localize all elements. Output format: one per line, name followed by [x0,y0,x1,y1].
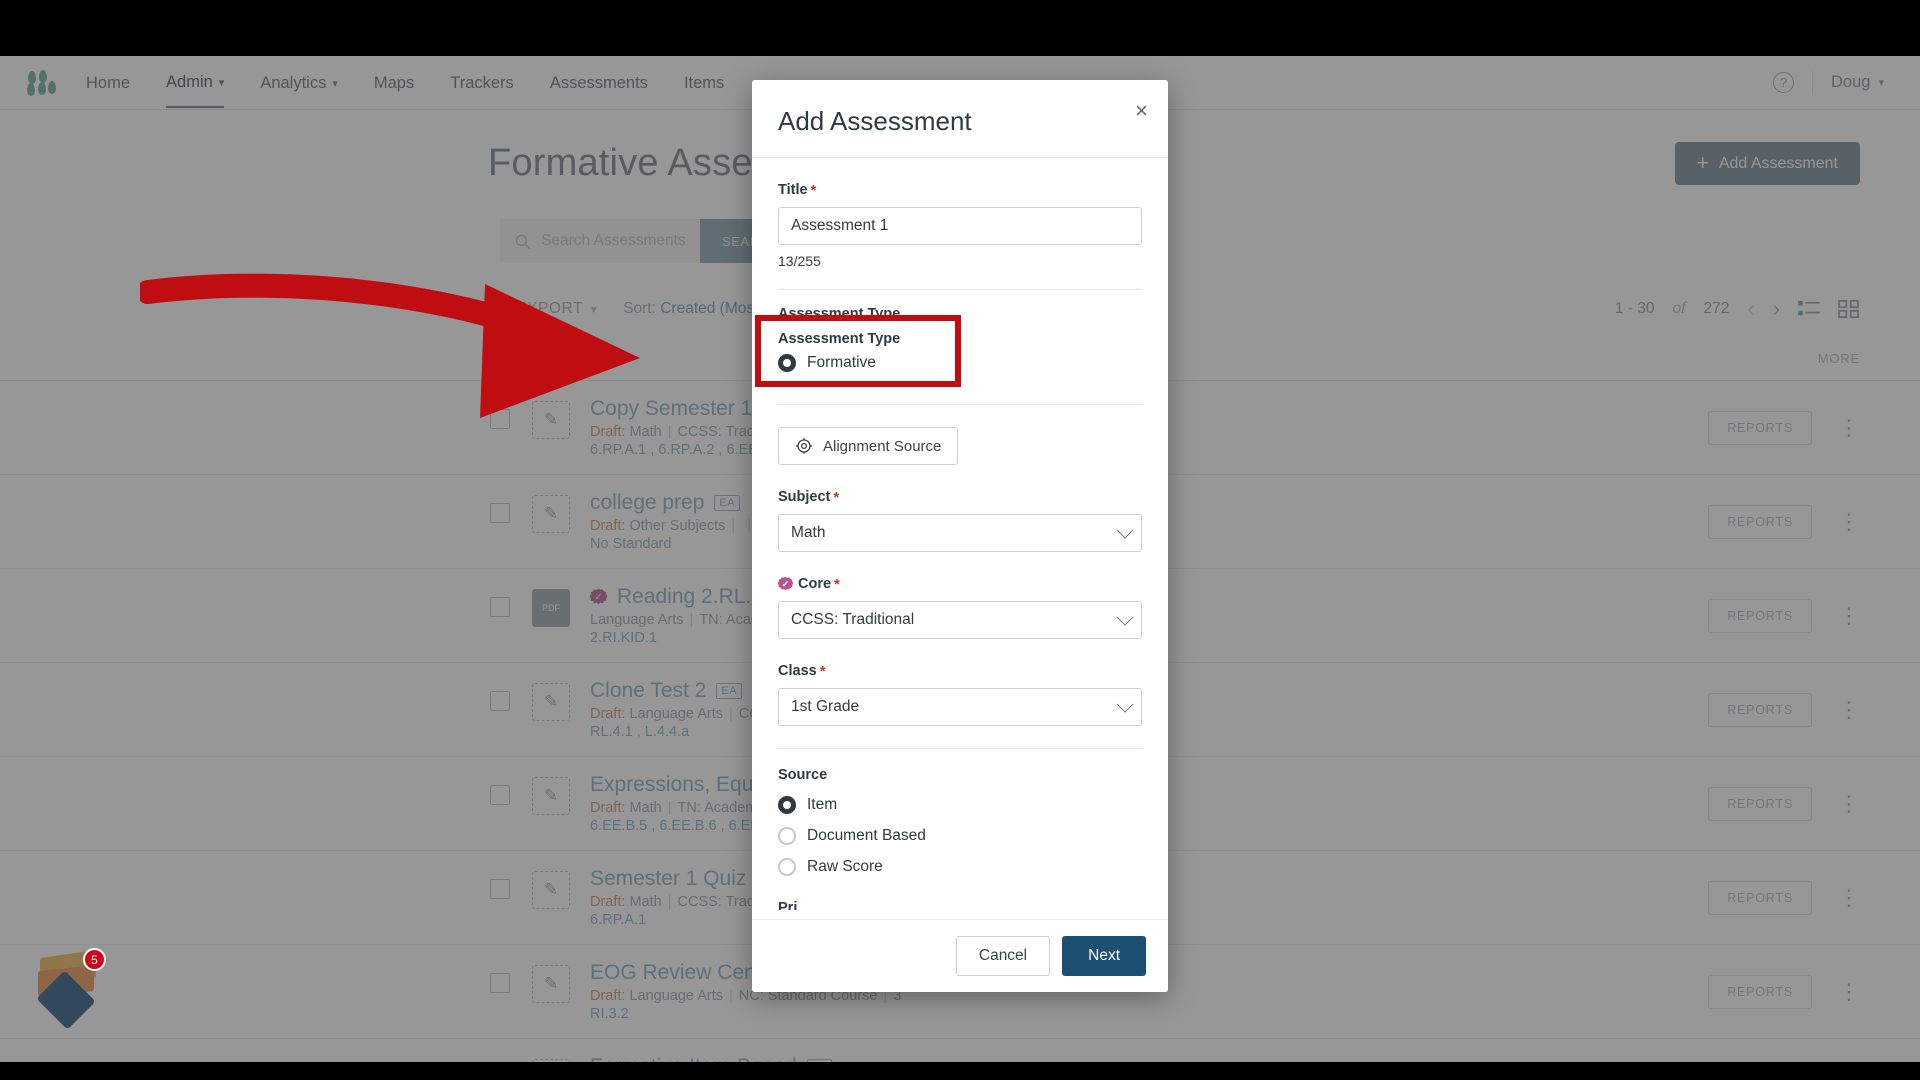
required-marker: * [810,181,817,199]
class-select-wrap: 1st Grade [778,688,1142,726]
title-char-counter: 13/255 [778,253,821,269]
source-label: Source [778,767,828,783]
source-group: Source Item Document Based Raw Score [778,749,1142,876]
divider [778,404,1142,405]
radio-label: Raw Score [807,858,883,875]
close-icon[interactable]: × [1135,100,1148,122]
required-marker: * [819,662,826,680]
core-field-group: ✓ Core * CCSS: Traditional [778,552,1142,639]
radio-item[interactable]: Item [778,796,1142,814]
clipped-next-field-label: Pri [778,900,798,910]
dialog-title: Add Assessment [778,106,972,136]
radio-document-based[interactable]: Document Based [778,827,1142,845]
label-text: Class [778,663,817,679]
label-text: Title [778,182,808,198]
subject-select-wrap: Math [778,514,1142,552]
dialog-body: Title * 13/255 Assessment Type Formative… [752,158,1168,919]
assessment-type-highlight: Assessment Type Formative [755,315,961,387]
core-select-wrap: CCSS: Traditional [778,601,1142,639]
core-label: ✓ Core * [778,576,1142,592]
cancel-button[interactable]: Cancel [955,936,1051,976]
radio-indicator [778,827,796,845]
screen: Home Admin ▾ Analytics ▾ Maps Trackers A… [0,0,1920,1080]
subject-label: Subject * [778,489,1142,505]
radio-label: Document Based [807,827,926,844]
alignment-source-button[interactable]: Alignment Source [778,427,959,465]
radio-indicator [778,353,796,372]
approved-badge-icon: ✓ [778,576,793,591]
core-select[interactable]: CCSS: Traditional [778,601,1142,639]
class-field-group: Class * 1st Grade [778,639,1142,726]
title-input[interactable] [778,207,1142,245]
class-label: Class * [778,663,1142,679]
widget-badge-count: 5 [83,948,106,971]
radio-label: Item [807,796,838,813]
assessment-type-label-highlighted: Assessment Type [778,330,901,347]
alignment-source-label: Alignment Source [823,437,942,455]
radio-raw-score[interactable]: Raw Score [778,858,1142,876]
title-field-label: Title * [778,182,1142,198]
next-button[interactable]: Next [1062,936,1146,976]
add-assessment-dialog: Add Assessment × Title * 13/255 Assessme… [752,80,1168,992]
radio-indicator [778,858,796,876]
radio-label: Formative [807,353,876,371]
radio-indicator [778,796,796,814]
target-icon [796,438,812,454]
subject-select[interactable]: Math [778,514,1142,552]
radio-formative-highlighted[interactable]: Formative [778,353,938,372]
label-text: Core [798,576,832,592]
dialog-footer: Cancel Next [752,919,1168,992]
dialog-header: Add Assessment × [752,80,1168,158]
label-text: Subject [778,489,831,505]
title-field-group: Title * 13/255 [778,158,1142,269]
class-select[interactable]: 1st Grade [778,688,1142,726]
required-marker: * [833,488,840,506]
required-marker: * [834,575,840,593]
subject-field-group: Subject * Math [778,465,1142,552]
